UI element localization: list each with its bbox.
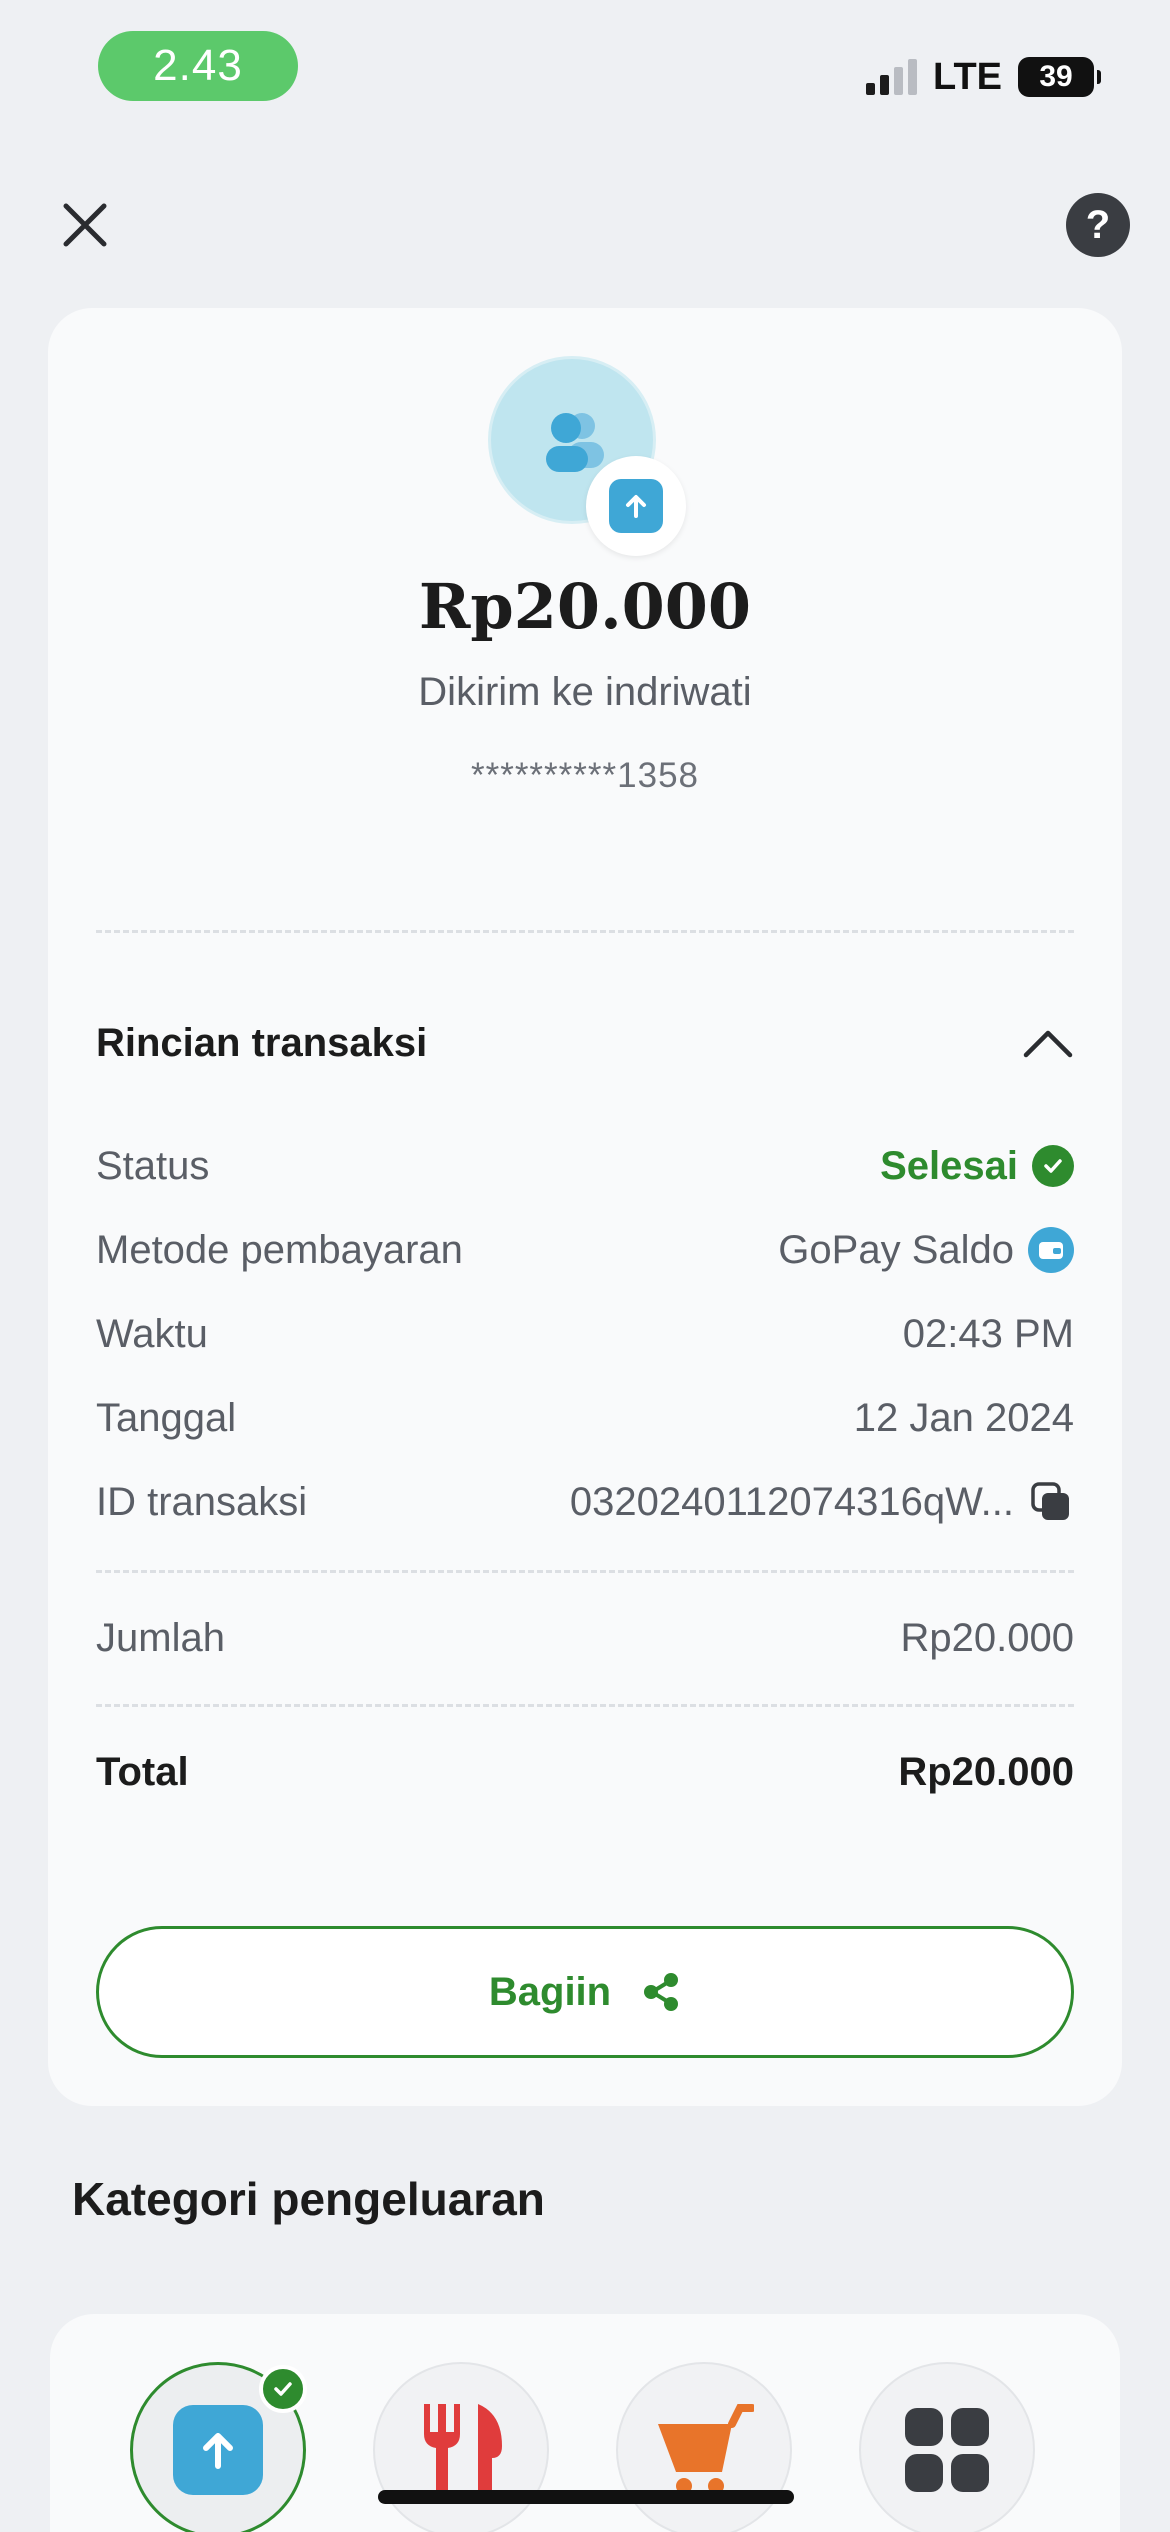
- help-button[interactable]: ?: [1066, 193, 1130, 257]
- chevron-up-icon: [1023, 1030, 1073, 1058]
- food-icon: [424, 2404, 502, 2496]
- help-icon: ?: [1085, 202, 1111, 247]
- recipient-text: Dikirim ke indriwati: [418, 670, 752, 714]
- people-icon: [546, 413, 604, 472]
- transaction-card: Rp20.000 Dikirim ke indriwati **********…: [48, 308, 1122, 2106]
- payment-method-label: Metode pembayaran: [96, 1227, 463, 1272]
- time-value: 02:43 PM: [902, 1311, 1074, 1356]
- total-value: Rp20.000: [898, 1749, 1074, 1794]
- battery-icon: 39: [1018, 57, 1101, 97]
- close-button[interactable]: [48, 188, 122, 262]
- date-row: Tanggal 12 Jan 2024: [96, 1388, 1074, 1448]
- selected-check-icon: [259, 2365, 307, 2413]
- screen: 2.43 LTE 39 ? Rp20.000 Dikirim ke indriw…: [0, 0, 1170, 2532]
- arrow-up-icon: [626, 495, 646, 518]
- share-label: Bagiin: [488, 1969, 612, 2014]
- amount-value: Rp20.000: [900, 1615, 1074, 1660]
- category-shopping[interactable]: [616, 2362, 792, 2532]
- check-circle-icon: [1032, 1145, 1074, 1187]
- details-toggle[interactable]: Rincian transaksi: [96, 1008, 1074, 1078]
- network-label: LTE: [933, 55, 1002, 98]
- copy-icon[interactable]: [1028, 1479, 1074, 1525]
- status-time: 2.43: [98, 31, 298, 101]
- date-label: Tanggal: [96, 1395, 237, 1440]
- grid-icon: [905, 2408, 989, 2492]
- wallet-icon: [1028, 1227, 1074, 1273]
- shopping-cart-icon: [658, 2404, 754, 2494]
- total-row: Total Rp20.000: [96, 1742, 1074, 1802]
- details-title: Rincian transaksi: [96, 1020, 428, 1065]
- account-number: **********1358: [470, 756, 700, 795]
- payment-method-row: Metode pembayaran GoPay Saldo: [96, 1220, 1074, 1280]
- status-row: Status Selesai: [96, 1136, 1074, 1196]
- signal-icon: [866, 59, 918, 95]
- share-icon: [644, 1973, 679, 2011]
- amount-label: Jumlah: [96, 1615, 225, 1660]
- categories-title: Kategori pengeluaran: [72, 2173, 545, 2225]
- divider: [96, 1704, 1074, 1707]
- category-food[interactable]: [373, 2362, 549, 2532]
- transaction-id-label: ID transaksi: [96, 1479, 308, 1524]
- divider: [96, 1570, 1074, 1573]
- payment-method-value: GoPay Saldo: [778, 1227, 1014, 1272]
- date-value: 12 Jan 2024: [853, 1395, 1074, 1440]
- time-row: Waktu 02:43 PM: [96, 1304, 1074, 1364]
- divider: [96, 930, 1074, 933]
- transaction-id-value: 0320240112074316qW...: [569, 1479, 1014, 1524]
- send-badge: [586, 456, 686, 556]
- status-indicators: LTE 39: [866, 52, 1101, 102]
- category-other[interactable]: [859, 2362, 1035, 2532]
- amount-row: Jumlah Rp20.000: [96, 1608, 1074, 1668]
- time-label: Waktu: [96, 1311, 208, 1356]
- status-label: Status: [96, 1143, 210, 1188]
- recipient-avatar: [488, 356, 688, 556]
- category-transfer[interactable]: [130, 2362, 307, 2532]
- transaction-id-row: ID transaksi 0320240112074316qW...: [96, 1472, 1074, 1532]
- transfer-icon: [173, 2405, 263, 2495]
- transfer-amount: Rp20.000: [418, 570, 752, 643]
- home-indicator: [378, 2490, 794, 2504]
- total-label: Total: [96, 1749, 189, 1794]
- status-value: Selesai: [880, 1143, 1018, 1188]
- close-icon: [63, 203, 107, 247]
- share-button[interactable]: Bagiin: [96, 1926, 1074, 2058]
